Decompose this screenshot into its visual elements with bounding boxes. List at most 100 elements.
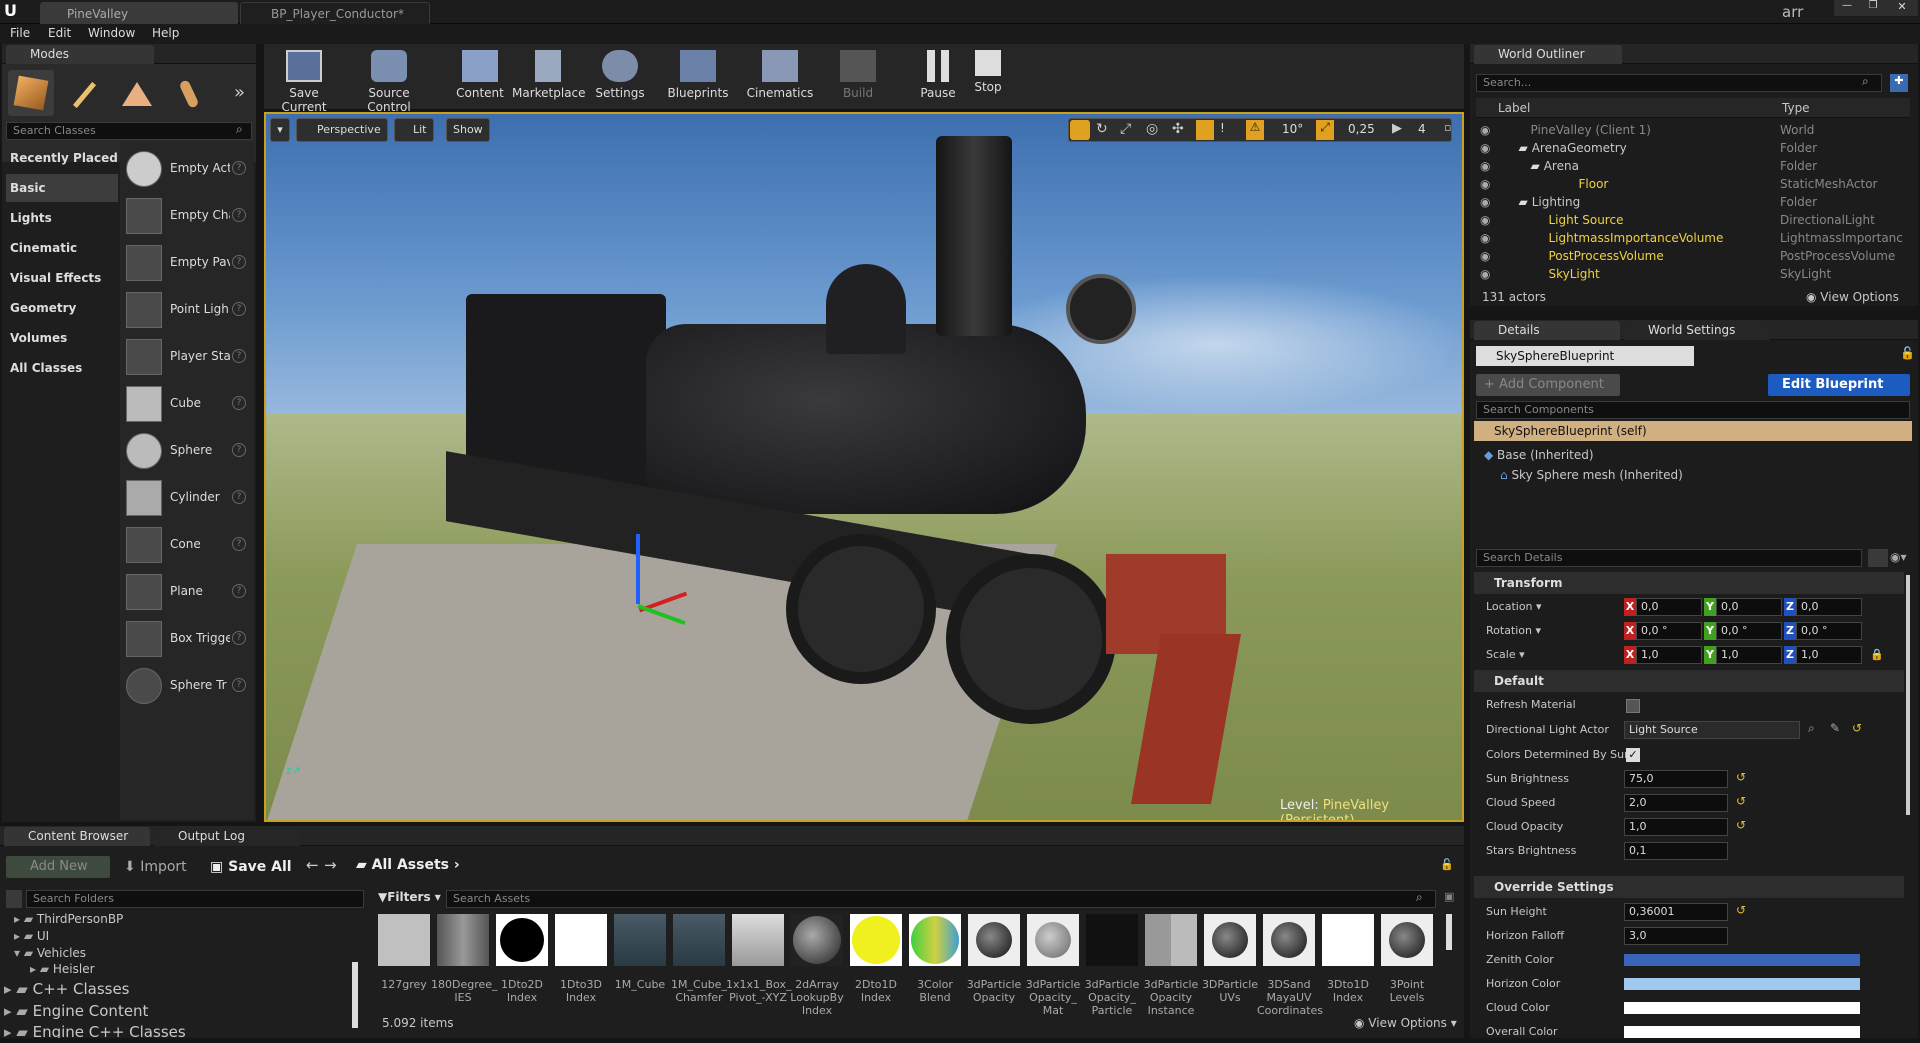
cinematics-button[interactable]: Cinematics: [744, 46, 816, 106]
place-item[interactable]: Empty Cha?: [122, 194, 252, 238]
paint-mode-icon[interactable]: [62, 70, 108, 116]
folder-item[interactable]: ▸ ▰ Engine Content: [4, 1002, 148, 1020]
horizon-falloff-field[interactable]: 3,0: [1624, 927, 1728, 945]
place-item[interactable]: Point Ligh?: [122, 288, 252, 332]
help-icon[interactable]: ?: [232, 678, 246, 692]
reset-icon[interactable]: ↺: [1736, 770, 1746, 784]
place-item[interactable]: Cube?: [122, 382, 252, 426]
category-cinematic[interactable]: Cinematic: [6, 234, 118, 262]
save-all-button[interactable]: ▣ Save All: [210, 856, 292, 878]
add-filter-icon[interactable]: ✚: [1890, 74, 1908, 92]
category-lights[interactable]: Lights: [6, 204, 118, 232]
cloud-speed-field[interactable]: 2,0: [1624, 794, 1728, 812]
asset-tile[interactable]: 2Dto1D Index: [848, 914, 904, 1014]
place-item[interactable]: Cylinder?: [122, 476, 252, 520]
directional-light-actor-select[interactable]: Light Source: [1624, 721, 1800, 739]
sun-brightness-field[interactable]: 75,0: [1624, 770, 1728, 788]
rotation-y-field[interactable]: 0,0 °: [1716, 622, 1782, 640]
column-label[interactable]: Label: [1498, 101, 1530, 115]
folder-item[interactable]: ▾ ▰ Vehicles: [14, 946, 86, 960]
category-geometry[interactable]: Geometry: [6, 294, 118, 322]
help-icon[interactable]: ?: [232, 443, 246, 457]
build-button[interactable]: Build: [830, 46, 886, 106]
cloud-color-swatch[interactable]: [1624, 1002, 1860, 1014]
visibility-eye-icon[interactable]: ◉: [1480, 123, 1490, 137]
asset-tile[interactable]: 3Color Blend: [907, 914, 963, 1014]
visibility-eye-icon[interactable]: ◉: [1480, 195, 1490, 209]
asset-scrollbar[interactable]: [1446, 914, 1452, 950]
picker-icon[interactable]: ✎: [1830, 721, 1840, 735]
asset-tile[interactable]: 1M_Cube_ Chamfer: [671, 914, 727, 1014]
visibility-eye-icon[interactable]: ◉: [1480, 213, 1490, 227]
foliage-mode-icon[interactable]: [166, 70, 212, 116]
colors-by-sun-checkbox[interactable]: ✓: [1626, 748, 1640, 762]
component-row[interactable]: ◆ Base (Inherited): [1484, 448, 1594, 462]
place-item[interactable]: Player Sta?: [122, 335, 252, 379]
grid-snap-icon[interactable]: [1196, 120, 1214, 140]
component-row[interactable]: ⌂ Sky Sphere mesh (Inherited): [1500, 468, 1683, 482]
outliner-search-input[interactable]: Search...: [1476, 74, 1882, 92]
pause-button[interactable]: Pause: [910, 46, 966, 106]
visibility-eye-icon[interactable]: ◉: [1480, 159, 1490, 173]
tab-world-settings[interactable]: World Settings: [1624, 321, 1770, 340]
reset-icon[interactable]: ↺: [1852, 721, 1862, 735]
folder-item[interactable]: ▸ ▰ Engine C++ Classes: [4, 1023, 186, 1038]
surface-snap-icon[interactable]: ✣: [1172, 121, 1184, 137]
save-current-button[interactable]: Save Current: [268, 46, 340, 114]
help-icon[interactable]: ?: [232, 302, 246, 316]
camera-speed-icon[interactable]: ▶: [1392, 121, 1402, 136]
location-x-field[interactable]: 0,0: [1636, 598, 1702, 616]
visibility-eye-icon[interactable]: ◉: [1480, 177, 1490, 191]
landscape-mode-icon[interactable]: [114, 70, 160, 116]
scale-x-field[interactable]: 1,0: [1636, 646, 1702, 664]
tab-level[interactable]: PineValley: [40, 2, 238, 24]
place-item[interactable]: Empty Act?: [122, 147, 252, 191]
asset-tile[interactable]: 1Dto2D Index: [494, 914, 550, 1014]
folder-item[interactable]: ▸ ▰ UI: [14, 929, 49, 943]
scale-tool-icon[interactable]: ⤢: [1120, 121, 1131, 137]
property-label[interactable]: Scale ▾: [1486, 644, 1525, 666]
settings-button[interactable]: Settings: [592, 46, 648, 106]
visibility-eye-icon[interactable]: ◉: [1480, 249, 1490, 263]
cloud-opacity-field[interactable]: 1,0: [1624, 818, 1728, 836]
search-assets-input[interactable]: Search Assets: [446, 890, 1436, 908]
outliner-row[interactable]: ◉ ▰ Arena Folder: [1478, 157, 1908, 175]
place-item[interactable]: Sphere Tr?: [122, 664, 252, 708]
asset-tile[interactable]: 3dParticle Opacity Instance: [1143, 914, 1199, 1017]
lit-button[interactable]: Lit: [394, 118, 434, 142]
rotation-snap-value[interactable]: 10°: [1282, 122, 1303, 136]
reset-icon[interactable]: ↺: [1736, 794, 1746, 808]
tab-modes[interactable]: Modes: [6, 45, 154, 64]
collapse-sources-icon[interactable]: [6, 890, 22, 908]
details-visibility-icon[interactable]: ◉▾: [1890, 550, 1907, 564]
outliner-row[interactable]: ◉ Floor StaticMeshActor: [1478, 175, 1908, 193]
more-modes-icon[interactable]: »: [234, 82, 245, 103]
property-label[interactable]: Rotation ▾: [1486, 620, 1541, 642]
rotation-z-field[interactable]: 0,0 °: [1796, 622, 1862, 640]
rotation-snap-icon[interactable]: ⚠: [1246, 120, 1264, 140]
component-self-row[interactable]: SkySphereBlueprint (self): [1474, 421, 1912, 441]
place-item[interactable]: Empty Pav?: [122, 241, 252, 285]
asset-tile[interactable]: 3dParticle Opacity: [966, 914, 1022, 1014]
world-space-icon[interactable]: ◎: [1146, 121, 1158, 137]
asset-tile[interactable]: 180Degree_ IES: [431, 914, 498, 1014]
refresh-material-checkbox[interactable]: [1626, 699, 1640, 713]
asset-tile[interactable]: 1x1x1_Box_ Pivot_-XYZ: [726, 914, 791, 1014]
outliner-row[interactable]: ◉ LightmassImportanceVolume LightmassImpor…: [1478, 229, 1908, 247]
menu-edit[interactable]: Edit: [48, 26, 71, 40]
help-icon[interactable]: ?: [232, 490, 246, 504]
scale-snap-value[interactable]: 0,25: [1348, 122, 1375, 136]
scale-lock-icon[interactable]: 🔒: [1870, 648, 1884, 661]
place-mode-icon[interactable]: [8, 70, 54, 116]
details-scrollbar[interactable]: [1906, 575, 1910, 815]
asset-tile[interactable]: 3dParticle Opacity_ Particle: [1084, 914, 1140, 1017]
section-transform[interactable]: Transform: [1474, 572, 1904, 594]
property-label[interactable]: Location ▾: [1486, 596, 1542, 618]
category-volumes[interactable]: Volumes: [6, 324, 118, 352]
level-viewport[interactable]: z↗ Level: PineValley (Persistent): [264, 112, 1464, 822]
asset-tile[interactable]: 3dParticle Opacity_ Mat: [1025, 914, 1081, 1017]
lock-icon[interactable]: 🔓: [1440, 858, 1454, 871]
category-all-classes[interactable]: All Classes: [6, 354, 118, 382]
translate-tool-icon[interactable]: [1070, 120, 1090, 140]
help-icon[interactable]: ?: [232, 161, 246, 175]
